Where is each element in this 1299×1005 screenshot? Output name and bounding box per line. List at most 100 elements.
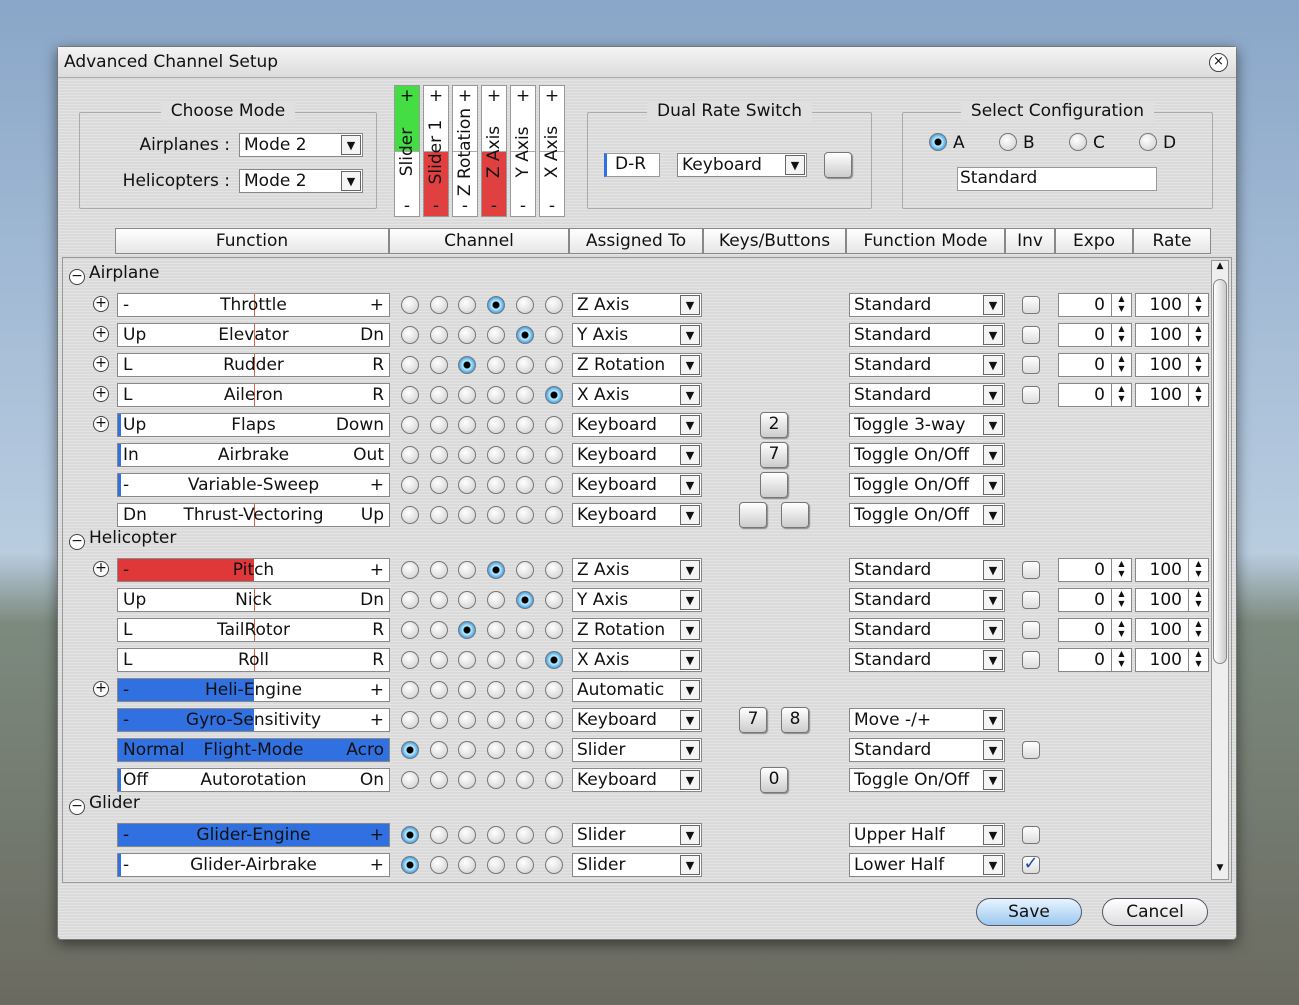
spinner-arrows-icon[interactable]: ▲ ▼: [1188, 294, 1208, 316]
assigned-to-dropdown[interactable]: Y Axis ▼: [572, 588, 702, 612]
airplanes-mode-dropdown[interactable]: Mode 2 ▼: [239, 133, 363, 157]
expand-icon[interactable]: +: [93, 326, 109, 342]
spinner-arrows-icon[interactable]: ▲ ▼: [1188, 649, 1208, 671]
channel-radio[interactable]: [487, 711, 506, 729]
channel-radio[interactable]: [401, 326, 419, 344]
spinner-arrows-icon[interactable]: ▲ ▼: [1111, 559, 1131, 581]
assigned-to-dropdown[interactable]: Slider ▼: [572, 738, 702, 762]
assigned-to-dropdown[interactable]: Keyboard ▼: [572, 473, 702, 497]
channel-radio[interactable]: [515, 561, 534, 579]
channel-radio[interactable]: [429, 561, 448, 579]
channel-radio[interactable]: [458, 681, 477, 699]
expo-spinner[interactable]: 0 ▲ ▼: [1058, 293, 1132, 317]
channel-radio[interactable]: [401, 856, 419, 874]
channel-radio[interactable]: [515, 591, 534, 609]
channel-radio[interactable]: [515, 446, 534, 464]
channel-radio[interactable]: [429, 711, 448, 729]
radio[interactable]: [929, 133, 947, 151]
channel-radio[interactable]: [429, 446, 448, 464]
invert-checkbox[interactable]: [1022, 356, 1040, 374]
config-option-a[interactable]: A: [929, 133, 965, 153]
channel-radio[interactable]: [429, 416, 448, 434]
channel-radio[interactable]: [487, 326, 506, 344]
rate-spinner[interactable]: 100 ▲ ▼: [1135, 383, 1209, 407]
collapse-icon[interactable]: −: [69, 799, 85, 815]
channel-radio[interactable]: [429, 621, 448, 639]
channel-radio[interactable]: [487, 681, 506, 699]
channel-radio[interactable]: [487, 446, 506, 464]
spinner-arrows-icon[interactable]: ▲ ▼: [1188, 589, 1208, 611]
channel-radio[interactable]: [429, 386, 448, 404]
rate-spinner[interactable]: 100 ▲ ▼: [1135, 558, 1209, 582]
channel-radio[interactable]: [487, 416, 506, 434]
column-header-inv[interactable]: Inv: [1005, 228, 1055, 254]
channel-radio[interactable]: [458, 711, 477, 729]
channel-radio[interactable]: [429, 506, 448, 524]
scroll-down-icon[interactable]: ▼: [1212, 863, 1228, 879]
spinner-arrows-icon[interactable]: ▲ ▼: [1111, 324, 1131, 346]
collapse-icon[interactable]: −: [69, 534, 85, 550]
channel-radio[interactable]: [544, 416, 563, 434]
channel-radio[interactable]: [515, 826, 534, 844]
rate-spinner[interactable]: 100 ▲ ▼: [1135, 588, 1209, 612]
channel-radio[interactable]: [401, 826, 419, 844]
column-header-function-mode[interactable]: Function Mode: [846, 228, 1005, 254]
function-mode-dropdown[interactable]: Toggle On/Off ▼: [849, 443, 1005, 467]
helicopters-mode-dropdown[interactable]: Mode 2 ▼: [239, 169, 363, 193]
channel-radio[interactable]: [429, 771, 448, 789]
channel-radio[interactable]: [515, 416, 534, 434]
channel-radio[interactable]: [544, 621, 563, 639]
channel-radio[interactable]: [544, 356, 563, 374]
rate-spinner[interactable]: 100 ▲ ▼: [1135, 353, 1209, 377]
channel-radio[interactable]: [458, 561, 477, 579]
invert-checkbox[interactable]: [1022, 591, 1040, 609]
save-button[interactable]: Save: [976, 898, 1082, 926]
column-header-assigned-to[interactable]: Assigned To: [569, 228, 703, 254]
invert-checkbox[interactable]: [1022, 826, 1040, 844]
invert-checkbox[interactable]: ✓: [1022, 855, 1040, 874]
channel-radio[interactable]: [458, 771, 477, 789]
channel-radio[interactable]: [515, 681, 534, 699]
channel-radio[interactable]: [487, 826, 506, 844]
channel-radio[interactable]: [515, 326, 534, 344]
config-option-d[interactable]: D: [1139, 133, 1176, 153]
channel-radio[interactable]: [458, 326, 477, 344]
expand-icon[interactable]: +: [93, 386, 109, 402]
dual-rate-source-dropdown[interactable]: Keyboard ▼: [677, 153, 807, 177]
channel-radio[interactable]: [458, 826, 477, 844]
channel-radio[interactable]: [401, 356, 419, 374]
spinner-arrows-icon[interactable]: ▲ ▼: [1188, 354, 1208, 376]
channel-radio[interactable]: [544, 651, 563, 669]
spinner-arrows-icon[interactable]: ▲ ▼: [1111, 354, 1131, 376]
spinner-arrows-icon[interactable]: ▲ ▼: [1111, 384, 1131, 406]
channel-radio[interactable]: [487, 476, 506, 494]
channel-radio[interactable]: [515, 476, 534, 494]
spinner-arrows-icon[interactable]: ▲ ▼: [1188, 384, 1208, 406]
rate-spinner[interactable]: 100 ▲ ▼: [1135, 293, 1209, 317]
channel-radio[interactable]: [544, 561, 563, 579]
function-mode-dropdown[interactable]: Standard ▼: [849, 353, 1005, 377]
channel-radio[interactable]: [458, 356, 477, 374]
channel-radio[interactable]: [487, 356, 506, 374]
scrollbar-thumb[interactable]: [1213, 279, 1227, 664]
channel-radio[interactable]: [515, 296, 534, 314]
channel-radio[interactable]: [544, 771, 563, 789]
channel-radio[interactable]: [487, 506, 506, 524]
channel-radio[interactable]: [401, 476, 419, 494]
channel-radio[interactable]: [487, 771, 506, 789]
channel-radio[interactable]: [401, 296, 419, 314]
channel-radio[interactable]: [544, 711, 563, 729]
expo-spinner[interactable]: 0 ▲ ▼: [1058, 558, 1132, 582]
channel-radio[interactable]: [544, 741, 563, 759]
assigned-to-dropdown[interactable]: Keyboard ▼: [572, 503, 702, 527]
channel-radio[interactable]: [401, 561, 419, 579]
function-mode-dropdown[interactable]: Standard ▼: [849, 648, 1005, 672]
function-mode-dropdown[interactable]: Standard ▼: [849, 558, 1005, 582]
configuration-name-input[interactable]: Standard: [957, 167, 1157, 191]
channel-radio[interactable]: [401, 506, 419, 524]
channel-radio[interactable]: [458, 741, 477, 759]
rate-spinner[interactable]: 100 ▲ ▼: [1135, 323, 1209, 347]
channel-radio[interactable]: [544, 856, 563, 874]
key-button[interactable]: [739, 502, 767, 528]
radio[interactable]: [1139, 133, 1157, 151]
